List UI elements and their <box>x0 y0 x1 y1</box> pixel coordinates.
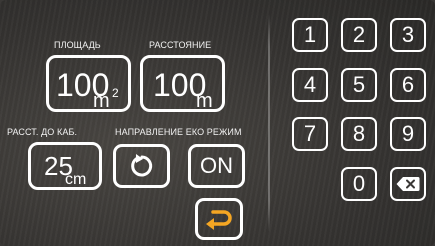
distance-unit: m <box>196 90 213 112</box>
backspace-button[interactable] <box>390 167 426 201</box>
key-1[interactable]: 1 <box>292 18 328 52</box>
distance-display[interactable]: 100 m <box>140 55 225 112</box>
key-3[interactable]: 3 <box>390 18 426 52</box>
cable-distance-label: РАССТ. ДО КАБ. <box>7 127 78 137</box>
area-label: ПЛОЩАДЬ <box>54 40 101 50</box>
key-7[interactable]: 7 <box>292 117 328 151</box>
area-unit-superscript: 2 <box>112 86 119 100</box>
back-button[interactable] <box>195 198 243 240</box>
area-display[interactable]: 100 m 2 <box>46 55 131 112</box>
eco-mode-toggle[interactable]: ON <box>188 144 245 188</box>
key-0[interactable]: 0 <box>341 167 377 201</box>
direction-eco-label: НАПРАВЛЕНИЕ ЕКО РЕЖИМ <box>115 127 242 137</box>
key-5[interactable]: 5 <box>341 68 377 102</box>
backspace-icon <box>396 177 420 191</box>
direction-button[interactable] <box>113 144 170 188</box>
rotate-icon <box>130 154 152 177</box>
key-6[interactable]: 6 <box>390 68 426 102</box>
distance-label: РАССТОЯНИЕ <box>149 40 212 50</box>
key-9[interactable]: 9 <box>390 117 426 151</box>
key-4[interactable]: 4 <box>292 68 328 102</box>
return-arrow-icon <box>206 210 232 230</box>
cable-distance-unit: cm <box>65 171 87 188</box>
divider <box>268 14 270 232</box>
cable-distance-display[interactable]: 25 cm <box>28 142 102 190</box>
area-unit: m <box>93 90 110 112</box>
settings-screen: ПЛОЩАДЬ РАССТОЯНИЕ РАССТ. ДО КАБ. НАПРАВ… <box>0 0 435 246</box>
key-2[interactable]: 2 <box>341 18 377 52</box>
key-8[interactable]: 8 <box>341 117 377 151</box>
eco-mode-label: ON <box>200 153 233 178</box>
